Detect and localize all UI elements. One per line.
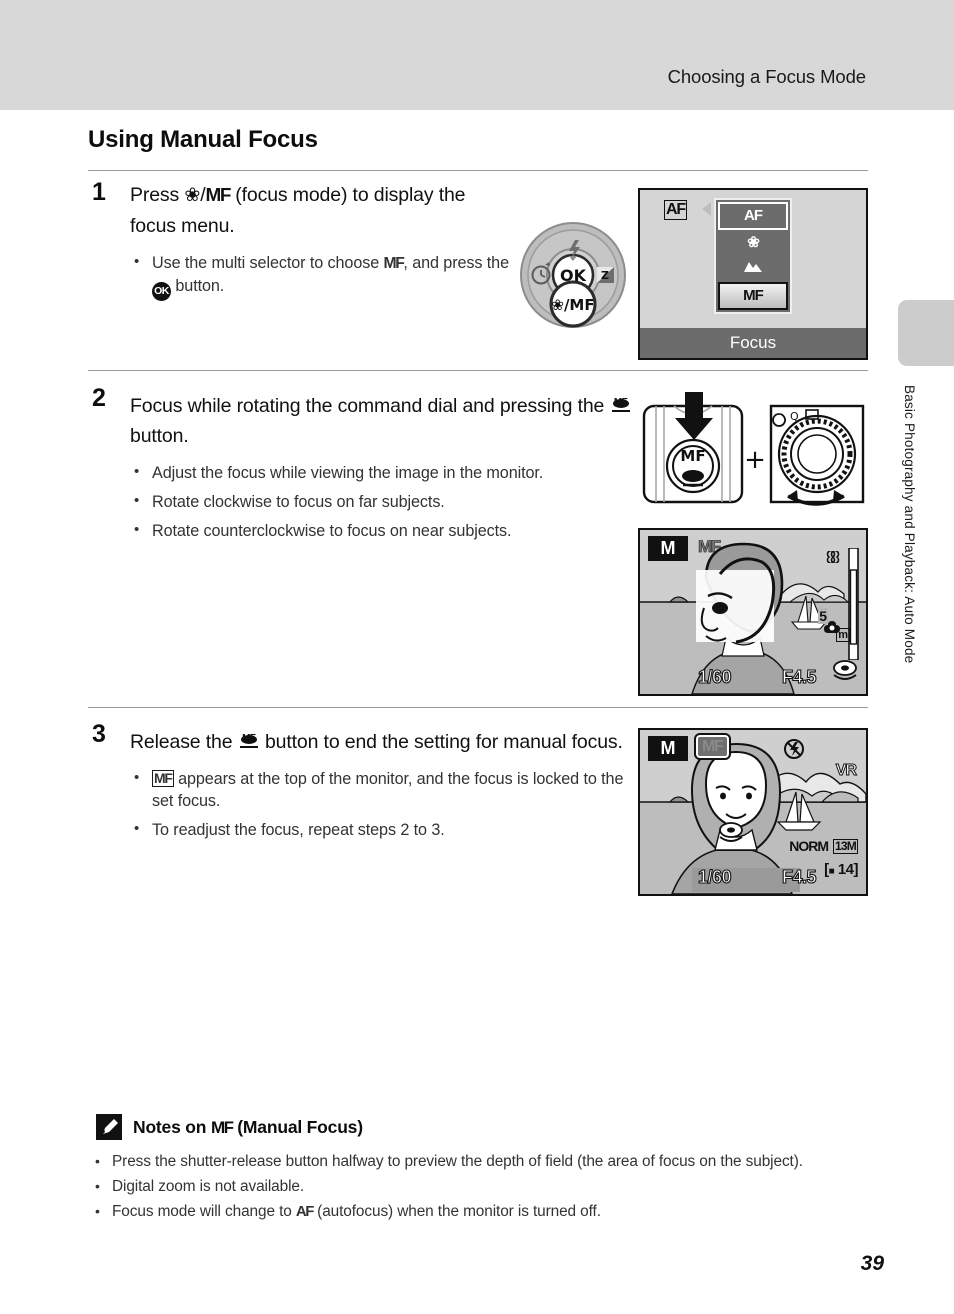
flash-off-icon [783,738,805,765]
list-item: Focus mode will change to AF (autofocus)… [90,1199,870,1224]
step-1-body: Press ❀/MF (focus mode) to display the f… [130,180,510,305]
shots-remaining-label: [■ 14] [824,861,858,878]
bullet-post: button. [171,277,225,295]
step-1-number: 1 [92,178,106,206]
monitor-step3: M MF VR 1/60 F4.5 NORM 13M [■ 14] [638,728,868,896]
aperture-value: F4.5 [781,666,817,687]
step-2-body: Focus while rotating the command dial an… [130,386,640,549]
exposure-mode-badge: M [648,536,688,561]
step-1-heading: Press ❀/MF (focus mode) to display the f… [130,180,510,241]
list-item: Press the shutter-release button halfway… [90,1149,870,1174]
notes-title-post: (Manual Focus) [232,1117,363,1137]
list-item: Rotate clockwise to focus on far subject… [130,490,640,513]
af-indicator-icon: AF [664,200,687,220]
divider-1 [88,170,868,171]
shutter-speed-value: 1/60 [697,866,732,887]
monitor-step2: 5 m M MF 1/60 F4.5 [638,528,868,696]
page-title: Using Manual Focus [88,126,318,153]
mf-indicator-icon: MF [152,770,174,788]
aperture-value: F4.5 [781,866,817,887]
notes-title: Notes on MF (Manual Focus) [133,1117,363,1138]
step-3-bullets: MF appears at the top of the monitor, an… [130,767,630,841]
mf-indicator-icon: MF [698,537,722,557]
bullet-mid: , and press the [403,254,509,272]
list-item: MF appears at the top of the monitor, an… [130,767,630,812]
infinity-icon [824,549,842,568]
focus-distance-scale [846,547,860,661]
step-3-number: 3 [92,720,106,748]
step-2-bullets: Adjust the focus while viewing the image… [130,461,640,542]
mountain-icon [742,260,764,277]
menu-item-macro[interactable]: ❀ [718,230,788,256]
step-2-heading-post: button. [130,425,189,447]
step-3-heading-pre: Release the [130,731,238,753]
mf-icon: MF [210,1118,234,1137]
running-head: Choosing a Focus Mode [667,66,867,87]
svg-text:❀/MF: ❀/MF [551,296,594,314]
step-2-number: 2 [92,384,106,412]
menu-item-af[interactable]: AF [718,202,788,230]
focus-menu-screen: AF AF ❀ MF Focus [638,188,868,360]
chapter-tab-label: Basic Photography and Playback: Auto Mod… [902,385,917,664]
notes-title-pre: Notes on [133,1117,211,1137]
step-2-heading-pre: Focus while rotating the command dial an… [130,395,610,417]
step-1-bullets: Use the multi selector to choose MF, and… [130,251,510,301]
menu-item-infinity[interactable] [718,256,788,282]
step-1-heading-pre: Press [130,184,185,206]
chapter-tab [898,300,954,366]
list-item: To readjust the focus, repeat steps 2 to… [130,818,630,841]
exposure-mode-badge: M [648,736,688,761]
vibration-reduction-icon: VR [835,762,857,780]
menu-pointer-icon [702,202,711,216]
list-item: Adjust the focus while viewing the image… [130,461,640,484]
mf-locked-indicator-icon: MF [696,735,729,759]
image-size-label: 13M [833,838,858,854]
bullet-text: appears at the top of the monitor, and t… [152,770,624,810]
page-number: 39 [860,1252,884,1275]
mf-button-and-dial-figure: MF + Q [638,388,868,508]
mf-dial-icon [832,659,858,688]
mf-button-icon: MF [238,726,260,752]
shots-remaining-value: 14 [837,861,854,878]
focus-menu-panel: AF ❀ MF [714,198,792,314]
list-item: Rotate counterclockwise to focus on near… [130,519,640,542]
mf-dial-icon [718,821,744,850]
multi-selector-figure: OK Z ❀/MF [518,220,628,330]
step-3-heading: Release the MF button to end the setting… [130,722,630,757]
step-2-heading: Focus while rotating the command dial an… [130,386,640,451]
svg-text:Z: Z [601,269,609,282]
svg-text:MF: MF [680,447,705,465]
divider-2 [88,370,868,371]
mf-button-icon: MF [610,390,632,416]
list-item: Use the multi selector to choose MF, and… [130,251,510,301]
distance-unit-label: m [836,627,850,642]
shutter-speed-value: 1/60 [697,666,732,687]
focus-menu-caption: Focus [640,328,866,358]
bullet-pre: Use the multi selector to choose [152,254,384,272]
ok-button-icon: OK [152,282,171,301]
macro-flower-icon: ❀ [184,183,201,206]
notes-list: Press the shutter-release button halfway… [90,1149,870,1225]
list-item: Digital zoom is not available. [90,1174,870,1199]
image-quality-label: NORM [789,838,829,854]
flower-icon: ❀ [747,234,760,251]
step-3-heading-post: button to end the setting for manual foc… [259,731,623,753]
step-3-body: Release the MF button to end the setting… [130,722,630,848]
af-icon: AF [295,1203,315,1220]
menu-item-mf[interactable]: MF [718,282,788,310]
pencil-note-icon [96,1114,122,1140]
header-band [0,0,954,110]
mf-icon: MF [205,185,232,206]
note-post: (autofocus) when the monitor is turned o… [313,1203,601,1220]
svg-text:+: + [744,445,766,475]
svg-text:Q: Q [790,410,799,423]
mf-icon: MF [383,255,405,272]
note-pre: Focus mode will change to [112,1203,296,1220]
divider-3 [88,707,868,708]
